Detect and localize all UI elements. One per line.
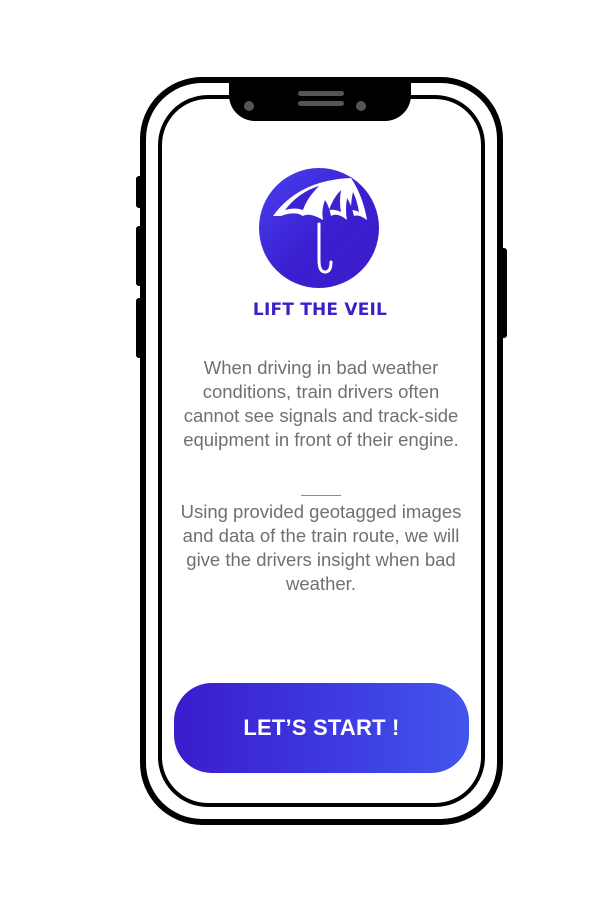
section-divider: [301, 495, 341, 496]
speaker-grille-icon: [298, 91, 344, 96]
sensor-dot-icon: [356, 101, 366, 111]
start-button[interactable]: LET’S START !: [174, 683, 469, 773]
speaker-grille-icon: [298, 101, 344, 106]
front-camera-icon: [244, 101, 254, 111]
detail-description: Using provided geotagged images and data…: [180, 501, 462, 594]
umbrella-icon: [273, 178, 367, 274]
phone-notch: [229, 77, 411, 121]
app-logo: [259, 168, 379, 288]
app-title: LIFT THE VEIL: [252, 300, 388, 320]
intro-description: When driving in bad weather conditions, …: [183, 357, 459, 450]
